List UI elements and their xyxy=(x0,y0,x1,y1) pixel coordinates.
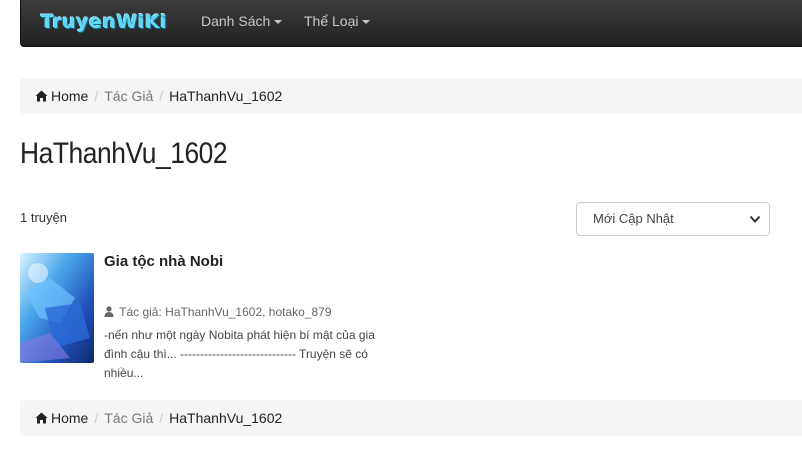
breadcrumb-separator: / xyxy=(94,88,99,104)
breadcrumb-bottom: Home / Tác Giả / HaThanhVu_1602 xyxy=(20,400,802,436)
home-icon xyxy=(35,412,48,424)
breadcrumb-home[interactable]: Home xyxy=(35,88,88,104)
sort-selected-value: Mới Cập Nhật xyxy=(593,211,674,226)
breadcrumb-section[interactable]: Tác Giả xyxy=(104,410,153,426)
breadcrumb: Home / Tác Giả / HaThanhVu_1602 xyxy=(20,78,802,114)
sort-select[interactable]: Mới Cập Nhật xyxy=(576,202,770,236)
story-title-link[interactable]: Gia tộc nhà Nobi xyxy=(104,253,223,270)
site-logo[interactable]: TruyenWiKi xyxy=(41,8,167,36)
breadcrumb-home-label: Home xyxy=(51,88,89,104)
caret-down-icon xyxy=(362,20,371,25)
page-title: HaThanhVu_1602 xyxy=(20,137,228,170)
breadcrumb-separator: / xyxy=(159,410,164,426)
chevron-down-icon xyxy=(749,215,761,223)
nav-danh-sach[interactable]: Danh Sách xyxy=(201,0,283,44)
breadcrumb-current: HaThanhVu_1602 xyxy=(169,88,283,104)
breadcrumb-separator: / xyxy=(159,88,164,104)
nav-the-loai[interactable]: Thể Loại xyxy=(304,0,371,44)
story-description: -nến như một ngày Nobita phát hiện bí mậ… xyxy=(104,328,375,380)
caret-down-icon xyxy=(274,20,283,25)
breadcrumb-section[interactable]: Tác Giả xyxy=(104,88,153,104)
top-navbar: TruyenWiKi Danh Sách Thể Loại xyxy=(20,0,802,47)
author-label: Tác giả: xyxy=(119,305,162,319)
nav-the-loai-label: Thể Loại xyxy=(304,13,359,29)
story-author: Tác giả: HaThanhVu_1602, hotako_879 xyxy=(104,305,332,319)
story-cover-image[interactable] xyxy=(20,253,94,363)
breadcrumb-current: HaThanhVu_1602 xyxy=(169,410,283,426)
breadcrumb-separator: / xyxy=(94,410,99,426)
user-icon xyxy=(104,306,114,317)
cover-art xyxy=(20,253,94,363)
story-count: 1 truyện xyxy=(20,210,67,225)
author-names: HaThanhVu_1602, hotako_879 xyxy=(165,305,332,319)
breadcrumb-home-label: Home xyxy=(51,410,89,426)
home-icon xyxy=(35,90,48,102)
nav-danh-sach-label: Danh Sách xyxy=(201,13,271,29)
breadcrumb-home[interactable]: Home xyxy=(35,410,88,426)
